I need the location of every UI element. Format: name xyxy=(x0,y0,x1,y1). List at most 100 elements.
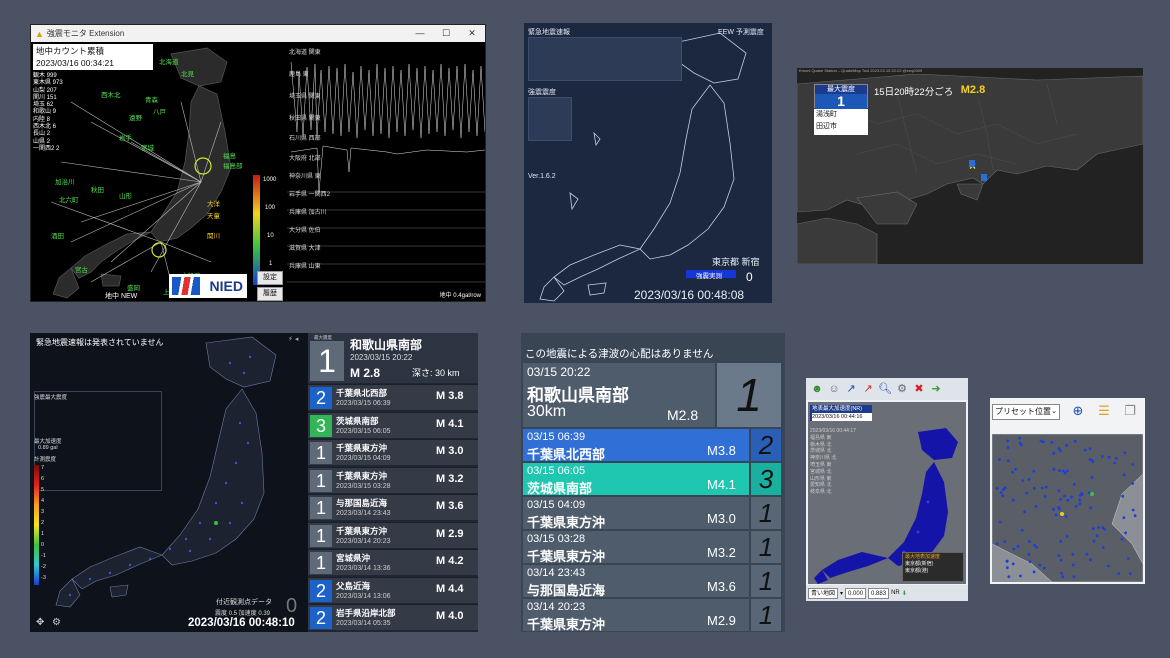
station-dot xyxy=(1038,563,1042,567)
chevron-down-icon[interactable]: ▾ xyxy=(840,590,843,597)
station-dot xyxy=(1019,574,1022,578)
station-dot xyxy=(1002,488,1005,492)
quake-magnitude: M 4.1 xyxy=(436,417,464,430)
station-dot xyxy=(1120,537,1124,541)
quake-history-row[interactable]: 2 岩手県沿岸北部 2023/03/14 05:35 M 4.0 xyxy=(308,604,478,630)
epicenter-name: 茨城県南部 xyxy=(527,481,593,496)
station-dot xyxy=(1061,575,1065,579)
quake-list-row[interactable]: 03/14 23:43 与那国島近海 M3.6 1 xyxy=(523,565,781,598)
station-line: 2023/03/16 00:44:17 xyxy=(810,428,856,434)
quake-datetime: 2023/03/15 03:28 xyxy=(336,482,391,490)
gear-icon[interactable]: ⚙ xyxy=(52,617,61,628)
japan-map[interactable]: 北海道北見 西木北青森 八戸遠野 岩手宮城 福島福島部 加治川秋田 北六町山形 … xyxy=(31,42,259,302)
gear-icon[interactable]: ⚙ xyxy=(895,382,909,396)
scale-tick: -2 xyxy=(41,564,46,570)
station-dot xyxy=(1101,546,1105,549)
intensity-box xyxy=(528,97,572,141)
station-dot xyxy=(1016,544,1020,548)
quake-history-row[interactable]: 3 茨城県南部 2023/03/15 06:05 M 4.1 xyxy=(308,411,478,438)
station-dot-map[interactable] xyxy=(991,433,1144,583)
intensity-badge: 3 xyxy=(310,414,332,437)
clock: 2023/03/16 00:48:08 xyxy=(634,288,745,302)
intensity-badge: 1 xyxy=(310,497,332,519)
list-icon[interactable]: ☰ xyxy=(1096,403,1112,419)
epicenter-name: 和歌山県南部 xyxy=(350,338,423,352)
scale-tick: 1 xyxy=(41,531,45,537)
eew-info-box xyxy=(528,37,682,81)
quake-magnitude: M3.6 xyxy=(707,579,736,594)
station-dot xyxy=(1050,441,1054,444)
svg-text:北海道: 北海道 xyxy=(159,57,179,66)
close-icon[interactable]: ✕ xyxy=(459,28,485,39)
station-dot xyxy=(1059,540,1062,543)
scale-tick: 5 xyxy=(41,487,45,493)
station-label: 兵庫県 山東 xyxy=(289,264,321,270)
station-line: 宮城県 北 xyxy=(810,468,832,475)
history-button[interactable]: 履歴 xyxy=(257,287,283,301)
quake-list-row[interactable]: 03/15 06:05 茨城県南部 M4.1 3 xyxy=(523,463,781,496)
quake-history-row[interactable]: 2 父島近海 2023/03/14 13:06 M 4.4 xyxy=(308,576,478,603)
quake-history-row[interactable]: 1 千葉県東方沖 2023/03/14 20:23 M 2.9 xyxy=(308,521,478,548)
station-dot xyxy=(1006,459,1010,463)
clock: 2023/03/16 00:48:10 xyxy=(188,617,295,629)
minimize-icon[interactable]: — xyxy=(407,28,433,39)
value-field-1[interactable]: 0.000 xyxy=(845,587,867,599)
search-icon[interactable]: 🔍︎ xyxy=(878,382,892,396)
eew-predicted-intensity-panel: 緊急地震速報 EEW 予測震度 強震震度 Ver.1.6.2 東京都 新宿 強震… xyxy=(524,23,772,303)
station-dot xyxy=(1006,439,1010,443)
station-dot xyxy=(1007,575,1011,579)
station-dot xyxy=(1042,566,1046,570)
quake-list-row[interactable]: 03/14 20:23 千葉県東方沖 M2.9 1 xyxy=(523,599,781,632)
toolbar: ☻ ☺ ↗ ↗ 🔍︎ ⚙ ✖ ➜ xyxy=(806,378,968,400)
download-icon[interactable]: ⬇ xyxy=(902,590,907,597)
station-dot xyxy=(1063,494,1066,498)
station-dot xyxy=(1065,535,1069,538)
preset-position-select[interactable]: プリセット位置 ⌄ xyxy=(992,404,1060,420)
max-intensity-box: 最大震度 1 xyxy=(814,84,868,109)
quake-depth: 30km xyxy=(527,403,567,420)
scale-tick: 4 xyxy=(41,498,45,504)
scale-tick: 3 xyxy=(41,509,45,515)
intensity-label: 強震震度 xyxy=(528,89,556,96)
quake-history-row[interactable]: 2 千葉県北西部 2023/03/15 06:39 M 3.8 xyxy=(308,384,478,410)
pin-icon[interactable]: ⚡ ◂ xyxy=(288,335,298,343)
quake-datetime: 2023/03/14 20:23 xyxy=(336,537,391,545)
chart-icon[interactable]: ↗ xyxy=(844,382,858,396)
close-icon[interactable]: ✖ xyxy=(912,382,926,396)
intensity-scale-bar xyxy=(253,175,260,285)
cat-icon[interactable]: ☺ xyxy=(827,382,841,396)
quake-history-row[interactable]: 1 宮城県沖 2023/03/14 13:36 M 4.2 xyxy=(308,549,478,575)
quake-history-row[interactable]: 1 与那国島近海 2023/03/14 23:43 M 3.6 xyxy=(308,494,478,520)
value-field-2[interactable]: 0.883 xyxy=(868,587,890,599)
station-dot xyxy=(998,458,1001,461)
intensity-badge: 1 xyxy=(751,531,781,563)
station-dot xyxy=(1117,572,1121,575)
quake-magnitude: M3.8 xyxy=(707,443,736,458)
frog-icon[interactable]: ☻ xyxy=(810,382,824,396)
count-title: 地中カウント累積 xyxy=(36,46,105,56)
maximize-icon[interactable]: ☐ xyxy=(433,28,459,39)
station-dot xyxy=(1057,554,1061,557)
intensity-badge: 1 xyxy=(751,565,781,597)
quake-list-row[interactable]: 03/15 06:39 千葉県北西部 M3.8 2 xyxy=(523,429,781,462)
quake-magnitude: M3.0 xyxy=(707,511,736,526)
nr-checkbox-label[interactable]: NR xyxy=(891,590,900,596)
crosshair-icon[interactable]: ✥ xyxy=(36,617,44,628)
settings-button[interactable]: 設定 xyxy=(257,271,283,285)
quake-list-row[interactable]: 03/15 03:28 千葉県東方沖 M3.2 1 xyxy=(523,531,781,564)
quake-list-row[interactable]: 03/15 04:09 千葉県東方沖 M3.0 1 xyxy=(523,497,781,530)
layers-icon[interactable]: ❐ xyxy=(1122,403,1138,419)
quake-datetime: 03/15 06:39 xyxy=(527,431,586,443)
quake-history-row[interactable]: 1 千葉県東方沖 2023/03/15 04:09 M 3.0 xyxy=(308,439,478,465)
station-dot xyxy=(1090,475,1094,479)
station-dot xyxy=(1020,528,1024,532)
zoom-icon[interactable]: ⊕ xyxy=(1070,403,1086,419)
quake-history-row[interactable]: 1 千葉県東方沖 2023/03/15 03:28 M 3.2 xyxy=(308,466,478,493)
arrow-right-icon[interactable]: ➜ xyxy=(929,382,943,396)
latest-quake-card[interactable]: 最大震度 1 和歌山県南部 2023/03/15 20:22 M 2.8 深さ:… xyxy=(308,333,478,383)
chart-dropdown-icon[interactable]: ↗ xyxy=(861,382,875,396)
quake-datetime: 2023/03/14 05:35 xyxy=(336,620,391,627)
station-dot xyxy=(1113,461,1117,465)
latest-quake-card[interactable]: 03/15 20:22 和歌山県南部 30km M2.8 xyxy=(523,363,715,427)
map-style-select[interactable]: 青い地図 xyxy=(808,587,839,599)
